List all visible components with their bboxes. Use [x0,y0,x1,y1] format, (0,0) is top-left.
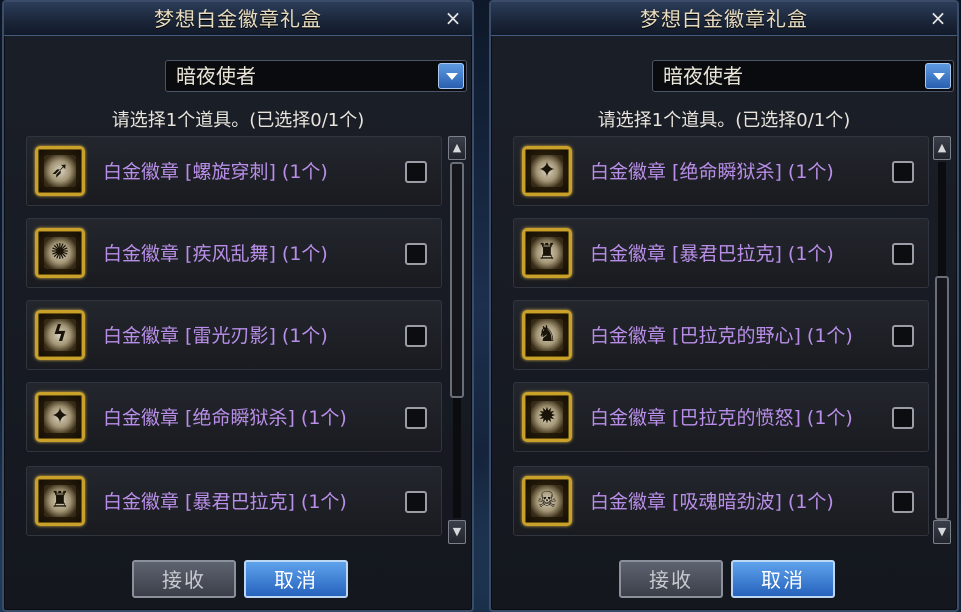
item-checkbox[interactable] [405,491,427,513]
item-label: 白金徽章 [螺旋穿刺] (1个) [103,161,328,183]
list-item[interactable]: ✦ 白金徽章 [绝命瞬狱杀] (1个) [513,136,929,206]
scrollbar[interactable]: ▲ ▼ [933,136,951,544]
item-label: 白金徽章 [暴君巴拉克] (1个) [103,491,347,513]
list-item[interactable]: ϟ 白金徽章 [雷光刃影] (1个) [26,300,442,370]
dialog-title: 梦想白金徽章礼盒 [640,7,808,31]
item-checkbox[interactable] [892,407,914,429]
item-checkbox[interactable] [892,325,914,347]
cancel-button[interactable]: 取消 [244,560,348,598]
accept-button[interactable]: 接收 [132,560,236,598]
dropdown-arrow-icon[interactable] [438,63,464,89]
item-checkbox[interactable] [405,161,427,183]
scroll-down-icon[interactable]: ▼ [933,520,951,544]
scroll-up-icon[interactable]: ▲ [933,136,951,160]
instant-kill-icon: ✦ [522,146,572,196]
item-label: 白金徽章 [暴君巴拉克] (1个) [590,243,834,265]
close-icon[interactable]: × [927,7,949,29]
job-select[interactable]: 暗夜使者 [165,60,467,92]
gift-box-dialog-right: 梦想白金徽章礼盒 × 暗夜使者 请选择1个道具。(已选择0/1个) ✦ 白金徽章… [489,0,959,612]
item-list: ✦ 白金徽章 [绝命瞬狱杀] (1个) ♜ 白金徽章 [暴君巴拉克] (1个) … [513,136,933,544]
tyrant-balack-icon: ♜ [35,476,85,526]
instant-kill-icon: ✦ [35,392,85,442]
scroll-up-icon[interactable]: ▲ [448,136,466,160]
balack-fury-icon: ✹ [522,392,572,442]
list-item[interactable]: ✺ 白金徽章 [疾风乱舞] (1个) [26,218,442,288]
item-label: 白金徽章 [绝命瞬狱杀] (1个) [103,407,347,429]
gift-box-dialog-left: 梦想白金徽章礼盒 × 暗夜使者 请选择1个道具。(已选择0/1个) ➶ 白金徽章… [2,0,474,612]
soul-drain-icon: ☠ [522,476,572,526]
lightning-blade-icon: ϟ [35,310,85,360]
item-checkbox[interactable] [892,491,914,513]
item-label: 白金徽章 [疾风乱舞] (1个) [103,243,328,265]
item-checkbox[interactable] [405,407,427,429]
list-item[interactable]: ♞ 白金徽章 [巴拉克的野心] (1个) [513,300,929,370]
scroll-thumb[interactable] [450,162,464,398]
selection-instruction: 请选择1个道具。(已选择0/1个) [111,110,365,131]
dialog-titlebar[interactable]: 梦想白金徽章礼盒 × [491,2,957,36]
scroll-thumb[interactable] [935,276,949,520]
cancel-button[interactable]: 取消 [731,560,835,598]
list-item[interactable]: ♜ 白金徽章 [暴君巴拉克] (1个) [513,218,929,288]
item-label: 白金徽章 [吸魂暗劲波] (1个) [590,491,834,513]
list-item[interactable]: ☠ 白金徽章 [吸魂暗劲波] (1个) [513,466,929,536]
item-checkbox[interactable] [892,243,914,265]
selection-instruction: 请选择1个道具。(已选择0/1个) [597,110,851,131]
item-label: 白金徽章 [雷光刃影] (1个) [103,325,328,347]
tyrant-balack-icon: ♜ [522,228,572,278]
job-select-value: 暗夜使者 [663,64,743,88]
job-select[interactable]: 暗夜使者 [652,60,954,92]
scroll-down-icon[interactable]: ▼ [448,520,466,544]
balack-ambition-icon: ♞ [522,310,572,360]
close-icon[interactable]: × [442,7,464,29]
item-label: 白金徽章 [巴拉克的愤怒] (1个) [590,407,853,429]
list-item[interactable]: ♜ 白金徽章 [暴君巴拉克] (1个) [26,466,442,536]
dropdown-arrow-icon[interactable] [925,63,951,89]
item-checkbox[interactable] [405,243,427,265]
item-label: 白金徽章 [绝命瞬狱杀] (1个) [590,161,834,183]
list-item[interactable]: ✹ 白金徽章 [巴拉克的愤怒] (1个) [513,382,929,452]
gale-dance-icon: ✺ [35,228,85,278]
dialog-titlebar[interactable]: 梦想白金徽章礼盒 × [4,2,472,36]
list-item[interactable]: ✦ 白金徽章 [绝命瞬狱杀] (1个) [26,382,442,452]
spiral-pierce-icon: ➶ [35,146,85,196]
scrollbar[interactable]: ▲ ▼ [448,136,466,544]
dialog-title: 梦想白金徽章礼盒 [154,7,322,31]
accept-button[interactable]: 接收 [619,560,723,598]
item-checkbox[interactable] [892,161,914,183]
item-checkbox[interactable] [405,325,427,347]
list-item[interactable]: ➶ 白金徽章 [螺旋穿刺] (1个) [26,136,442,206]
item-list: ➶ 白金徽章 [螺旋穿刺] (1个) ✺ 白金徽章 [疾风乱舞] (1个) ϟ … [26,136,446,544]
item-label: 白金徽章 [巴拉克的野心] (1个) [590,325,853,347]
job-select-value: 暗夜使者 [176,64,256,88]
